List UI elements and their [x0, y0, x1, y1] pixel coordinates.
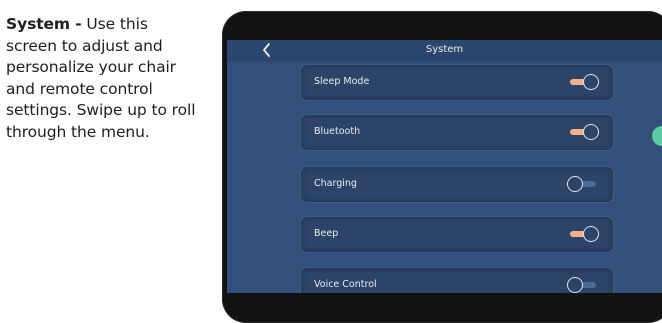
- setting-label: Sleep Mode: [314, 76, 370, 87]
- caption-text: Use this screen to adjust and personaliz…: [6, 15, 196, 141]
- toggle-knob: [567, 277, 583, 293]
- setting-row-beep: Beep: [300, 216, 614, 253]
- setting-label: Charging: [314, 178, 357, 189]
- top-bar: System: [227, 40, 662, 62]
- toggle-knob: [583, 124, 599, 140]
- setting-row-voice-control: Voice Control: [300, 267, 614, 293]
- setting-label: Voice Control: [314, 279, 377, 290]
- instruction-caption: System - Use this screen to adjust and p…: [6, 14, 202, 143]
- sleep-mode-toggle[interactable]: [567, 74, 599, 90]
- tablet-screen: System Sleep Mode Bluetooth Charging Bee…: [227, 40, 662, 293]
- setting-row-bluetooth: Bluetooth: [300, 114, 614, 151]
- caption-title: System -: [6, 15, 82, 33]
- setting-row-sleep-mode: Sleep Mode: [300, 64, 614, 101]
- toggle-knob: [567, 176, 583, 192]
- setting-row-charging: Charging: [300, 166, 614, 203]
- toggle-knob: [583, 226, 599, 242]
- setting-label: Beep: [314, 228, 339, 239]
- toggle-knob: [583, 74, 599, 90]
- voice-control-toggle[interactable]: [567, 277, 599, 293]
- beep-toggle[interactable]: [567, 226, 599, 242]
- screen-title: System: [425, 44, 464, 55]
- bluetooth-toggle[interactable]: [567, 124, 599, 140]
- setting-label: Bluetooth: [314, 126, 361, 137]
- charging-toggle[interactable]: [567, 176, 599, 192]
